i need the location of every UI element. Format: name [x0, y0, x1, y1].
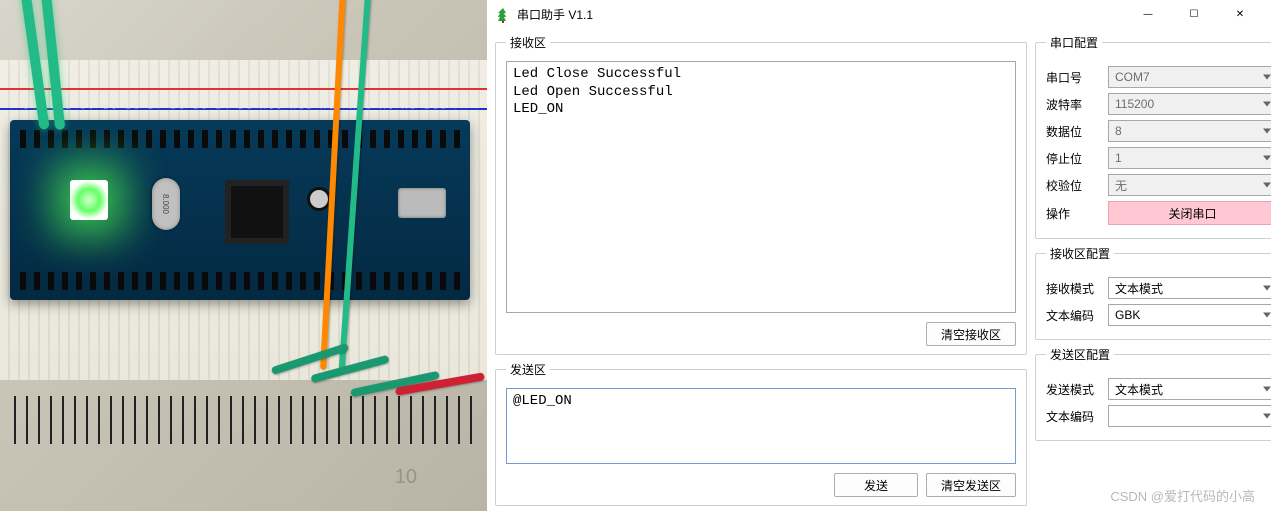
action-label: 操作 — [1046, 205, 1100, 222]
send-textarea[interactable] — [506, 388, 1016, 464]
crystal-oscillator — [152, 178, 180, 230]
baud-select[interactable] — [1108, 93, 1271, 115]
receive-config-legend: 接收区配置 — [1046, 245, 1114, 262]
micro-usb-port — [398, 188, 446, 218]
recv-enc-label: 文本编码 — [1046, 307, 1100, 324]
pin-silkscreen: 3 3 5 G 5V B9 B8 B7 B6 B5 B4 B3 A15 A12 … — [24, 104, 456, 111]
app-icon — [495, 7, 511, 23]
parity-label: 校验位 — [1046, 177, 1100, 194]
data-bits-select[interactable] — [1108, 120, 1271, 142]
port-select[interactable] — [1108, 66, 1271, 88]
send-mode-label: 发送模式 — [1046, 381, 1100, 398]
titlebar[interactable]: 串口助手 V1.1 — ☐ ✕ — [487, 0, 1271, 30]
recv-mode-select[interactable] — [1108, 277, 1271, 299]
background-mark: 10 — [395, 466, 417, 489]
recv-enc-select[interactable] — [1108, 304, 1271, 326]
stop-bits-label: 停止位 — [1046, 150, 1100, 167]
send-enc-select[interactable] — [1108, 405, 1271, 427]
mcu-chip — [225, 180, 289, 244]
receive-config: 接收区配置 接收模式 文本编码 — [1035, 245, 1271, 340]
send-config: 发送区配置 发送模式 文本编码 — [1035, 346, 1271, 441]
minimize-button[interactable]: — — [1125, 0, 1171, 30]
receive-area: 接收区 清空接收区 — [495, 34, 1027, 355]
serial-assistant-window: 串口助手 V1.1 — ☐ ✕ 接收区 清空接收区 发送区 发送 清空发送区 — [487, 0, 1271, 511]
reset-button — [310, 190, 328, 208]
send-config-legend: 发送区配置 — [1046, 346, 1114, 363]
receive-legend: 接收区 — [506, 34, 550, 51]
clear-send-button[interactable]: 清空发送区 — [926, 473, 1016, 497]
stm32-board: 3 3 5 G 5V B9 B8 B7 B6 B5 B4 B3 A15 A12 … — [10, 120, 470, 300]
recv-mode-label: 接收模式 — [1046, 280, 1100, 297]
close-button[interactable]: ✕ — [1217, 0, 1263, 30]
breadboard-holes-lower — [10, 400, 477, 444]
window-controls: — ☐ ✕ — [1125, 0, 1263, 30]
send-enc-label: 文本编码 — [1046, 408, 1100, 425]
hardware-photo: 3 3 5 G 5V B9 B8 B7 B6 B5 B4 B3 A15 A12 … — [0, 0, 487, 511]
send-area: 发送区 发送 清空发送区 — [495, 361, 1027, 506]
parity-select[interactable] — [1108, 174, 1271, 196]
send-button[interactable]: 发送 — [834, 473, 918, 497]
port-label: 串口号 — [1046, 69, 1100, 86]
window-title: 串口助手 V1.1 — [517, 6, 593, 23]
receive-textarea[interactable] — [506, 61, 1016, 313]
port-config-legend: 串口配置 — [1046, 34, 1102, 51]
port-config: 串口配置 串口号 波特率 数据位 停止位 校验位 — [1035, 34, 1271, 239]
clear-receive-button[interactable]: 清空接收区 — [926, 322, 1016, 346]
close-port-button[interactable]: 关闭串口 — [1108, 201, 1271, 225]
led-indicator — [70, 180, 108, 220]
send-legend: 发送区 — [506, 361, 550, 378]
baud-label: 波特率 — [1046, 96, 1100, 113]
maximize-button[interactable]: ☐ — [1171, 0, 1217, 30]
data-bits-label: 数据位 — [1046, 123, 1100, 140]
stop-bits-select[interactable] — [1108, 147, 1271, 169]
send-mode-select[interactable] — [1108, 378, 1271, 400]
